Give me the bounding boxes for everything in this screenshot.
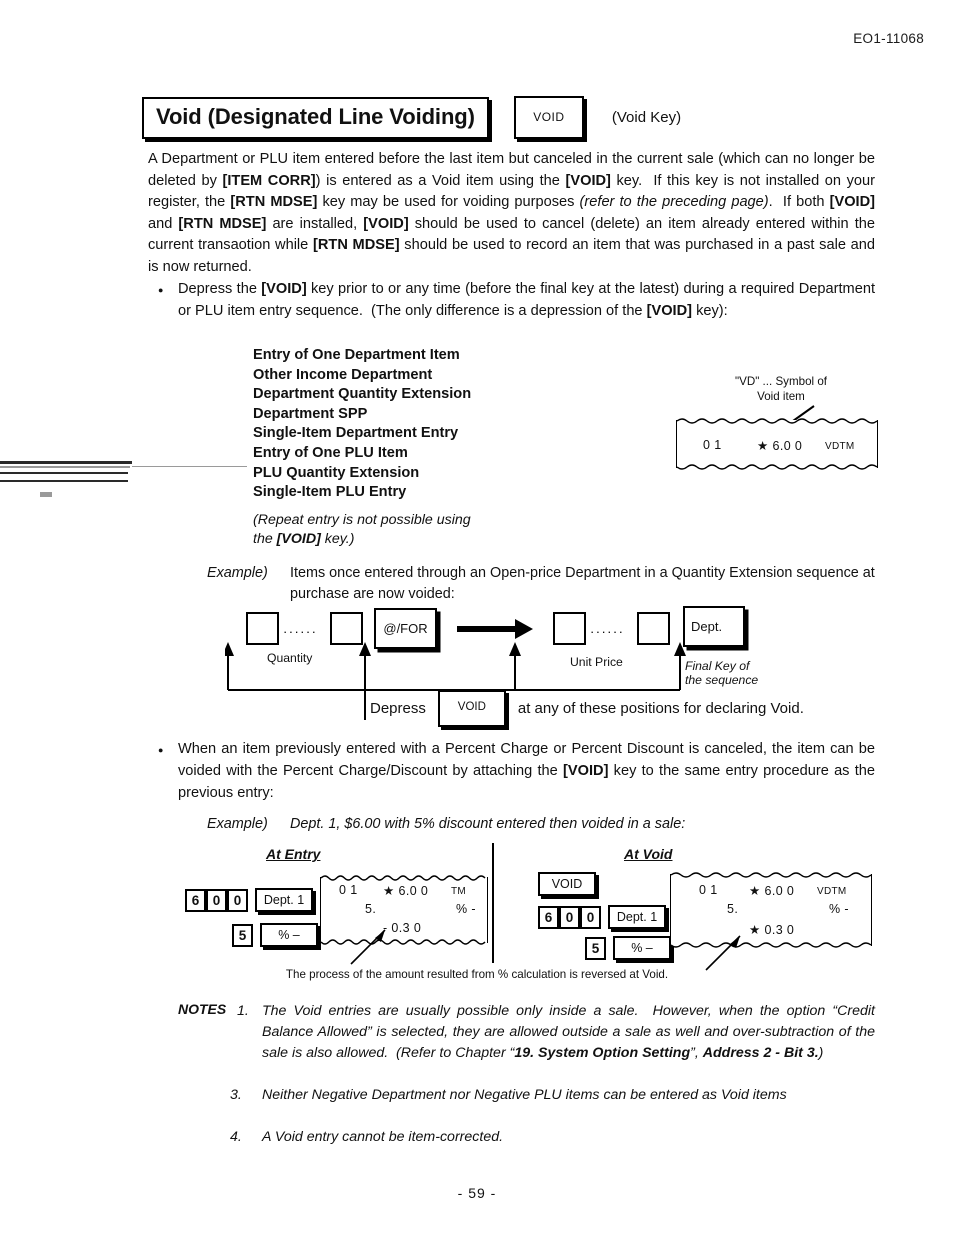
numeric-key-5: 5 [585,936,606,960]
depress-instruction-row: Depress VOID at any of these positions f… [370,690,804,727]
panel-divider [492,843,494,963]
vd-callout-line-1: "VD" ... Symbol of [735,375,827,388]
at-entry-callout-arrow-icon [350,929,386,965]
receipt-field-dept: 0 1 [699,883,718,897]
receipt-field-amount: ★ 6.0 0 [383,884,429,898]
note-number: 1. [237,1003,249,1019]
percent-minus-key-icon: % – [613,936,671,960]
depress-label: Depress [370,699,426,717]
scan-artifact-streak [132,466,247,467]
numeric-key-0: 0 [227,888,248,912]
example-text: Items once entered through an Open-price… [290,565,875,602]
vd-symbol-callout: "VD" ... Symbol of Void item [735,374,827,404]
note-number: 4. [230,1129,242,1145]
entry-type-list: Entry of One Department Item Other Incom… [253,346,471,503]
final-key-caption: Final Key of the sequence [685,659,758,687]
void-key-icon: VOID [437,690,506,727]
scan-artifact-streak [0,466,130,468]
note-item: 4. A Void entry cannot be item-corrected… [230,1127,875,1148]
receipt-field-percent-symbol: % - [456,902,476,916]
ellipsis-icon: ······ [590,624,625,639]
process-footnote: The process of the amount resulted from … [285,968,669,981]
intro-paragraph: A Department or PLU item entered before … [148,151,876,275]
note-text: A Void entry cannot be item-corrected. [262,1129,504,1145]
final-key-line-2: the sequence [685,673,759,687]
receipt-field-dept: 0 1 [339,883,358,897]
receipt-field-dept: 0 1 [703,438,722,452]
torn-edge-icon [677,464,877,470]
at-void-key-row-void: VOID [538,872,596,896]
at-void-key-row-2: 5 % – [585,936,671,960]
list-item: Department Quantity Extension [253,386,472,403]
dept-1-key-icon: Dept. 1 [255,888,313,912]
void-key-icon: VOID [513,96,584,139]
at-void-heading: At Void [624,846,673,862]
document-page: EO1-11068 Void (Designated Line Voiding)… [0,0,954,1239]
example-text: Dept. 1, $6.00 with 5% discount entered … [290,816,686,832]
numeric-key-0: 0 [559,905,580,929]
list-item: Entry of One Department Item [253,347,460,363]
notes-label: NOTES [178,1001,227,1017]
repeat-entry-note: (Repeat entry is not possible using the … [253,511,471,549]
scan-artifact-streak [0,461,132,464]
note-item: 3. Neither Negative Department nor Negat… [230,1085,875,1106]
receipt-field-percent-rate: 5. [727,902,739,916]
flow-arrow-icon [457,619,533,639]
receipt-field-discount: ★ 0.3 0 [749,923,795,937]
percent-minus-key-icon: % – [260,923,318,947]
scan-artifact-streak [0,472,128,474]
bullet-item-percent: When an item previously entered with a P… [158,739,875,804]
note-number: 3. [230,1087,242,1103]
list-item: Entry of One PLU Item [253,444,408,461]
note-text: Neither Negative Department nor Negative… [262,1087,787,1103]
vd-callout-line-2: Void item [757,390,805,403]
receipt-field-amount: ★ 6.0 0 [749,884,795,898]
receipt-void-sample: 0 1 ★ 6.0 0 VDTM [676,418,878,470]
numeric-key-6: 6 [538,905,559,929]
receipt-field-percent-rate: 5. [365,902,377,916]
note-item: 1. The Void entries are usually possible… [237,1003,875,1061]
numeric-key-0: 0 [580,905,601,929]
torn-edge-icon [671,872,871,878]
list-item: Single-Item Department Entry [253,425,459,442]
page-title: Void (Designated Line Voiding) [142,96,489,139]
depress-tail-text: at any of these positions for declaring … [517,699,804,717]
numeric-key-5: 5 [232,923,253,947]
receipt-field-symbol: TM [451,886,467,897]
scan-artifact-streak [0,480,128,483]
void-key-caption: (Void Key) [611,109,682,126]
document-code: EO1-11068 [853,31,924,46]
example-block-2: Example) Dept. 1, $6.00 with 5% discount… [207,814,897,835]
dept-1-key-icon: Dept. 1 [608,905,666,929]
section-title-row: Void (Designated Line Voiding) VOID (Voi… [142,96,681,139]
numeric-key-0: 0 [206,888,227,912]
example-label: Example) [207,565,268,581]
example-label: Example) [207,816,268,832]
list-item: Other Income Department [253,366,433,383]
bullet-item-depress: Depress the [VOID] key prior to or any t… [158,279,875,323]
at-entry-key-row-2: 5 % – [232,923,318,947]
void-key-icon: VOID [538,872,596,896]
receipt-field-symbol: VDTM [817,886,847,897]
receipt-field-percent-symbol: % - [829,902,849,916]
receipt-field-amount: ★ 6.0 0 [757,439,803,453]
receipt-field-symbol: VDTM [825,441,855,452]
example-block-1: Example) Items once entered through an O… [207,563,897,604]
list-item: Single-Item PLU Entry [253,484,407,501]
at-entry-heading: At Entry [266,846,321,862]
list-item: Department SPP [253,405,368,422]
torn-edge-icon [321,875,486,881]
torn-edge-icon [677,418,877,424]
at-void-key-row-1: 6 0 0 Dept. 1 [538,905,666,929]
numeric-key-6: 6 [185,888,206,912]
repeat-note-line-1: (Repeat entry is not possible using [253,512,471,528]
page-number: - 59 - [457,1185,497,1201]
at-entry-key-row-1: 6 0 0 Dept. 1 [185,888,313,912]
repeat-note-line-2: the [VOID] key.) [253,531,355,547]
ellipsis-icon: ······ [283,624,318,639]
list-item: PLU Quantity Extension [253,464,420,481]
scan-artifact-streak [40,492,52,497]
